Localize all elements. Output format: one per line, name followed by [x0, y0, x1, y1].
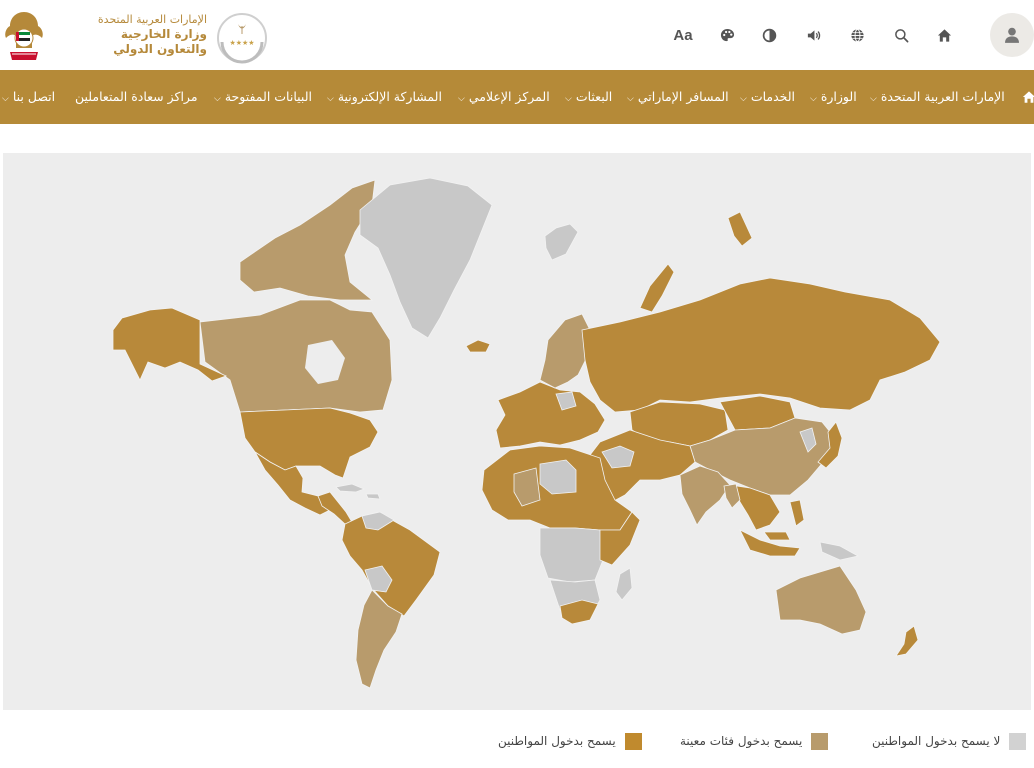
map-region-usa[interactable] [239, 407, 379, 479]
chevron-down-icon: ⌵ [458, 94, 465, 104]
globe-icon[interactable] [842, 20, 872, 50]
nav-item-label: المشاركة الإلكترونية [337, 89, 442, 104]
map-region-australia[interactable] [775, 565, 867, 635]
font-size-button[interactable]: Aa [668, 20, 698, 50]
nav-item-label: مراكز سعادة المتعاملين [75, 89, 198, 104]
ministry-name-line1: الإمارات العربية المتحدة [97, 13, 207, 26]
toolbar: Aa [668, 20, 958, 50]
nav-item-label: المسافر الإماراتي [637, 89, 729, 104]
ministry-name: الإمارات العربية المتحدة وزارة الخارجية … [52, 12, 207, 57]
nav-item-label: الوزارة [820, 89, 857, 104]
legend-swatch-allowed [624, 732, 642, 750]
nav-item-emirati-traveller[interactable]: المسافر الإماراتي⌵ [627, 70, 729, 124]
nav-item-uae[interactable]: الإمارات العربية المتحدة⌵ [870, 70, 1005, 124]
map-region-papua[interactable] [819, 541, 860, 561]
chevron-down-icon: ⌵ [870, 94, 877, 104]
map-region-svalbard[interactable] [544, 223, 579, 261]
map-region-central-africa[interactable] [539, 527, 606, 583]
nav-item-label: الإمارات العربية المتحدة [880, 89, 1005, 104]
contrast-icon[interactable] [754, 20, 784, 50]
seal-stars: ★★★★ [229, 39, 254, 47]
speaker-icon[interactable] [798, 20, 828, 50]
map-region-caribbean[interactable] [335, 483, 381, 500]
legend-swatch-not-allowed [1009, 732, 1027, 750]
nav-item-label: الخدمات [750, 89, 796, 104]
search-icon[interactable] [886, 20, 916, 50]
map-region-canada-arctic[interactable] [239, 179, 376, 301]
ministry-logo[interactable]: الإمارات العربية المتحدة وزارة الخارجية … [0, 6, 280, 64]
nav-item-ministry[interactable]: الوزارة⌵ [810, 70, 857, 124]
map-region-europe[interactable] [495, 381, 606, 449]
ministry-name-line3: والتعاون الدولي [113, 42, 207, 56]
legend-allowed: يسمح بدخول المواطنين [498, 726, 642, 756]
nav-item-label: البعثات [575, 89, 613, 104]
nav-item-label: المركز الإعلامي [468, 89, 550, 104]
map-region-greenland[interactable] [359, 177, 493, 339]
chevron-down-icon: ⌵ [327, 94, 334, 104]
map-region-indonesia[interactable] [739, 529, 801, 557]
main-navigation: الإمارات العربية المتحدة⌵ الوزارة⌵ الخدم… [0, 70, 1034, 124]
nav-item-customer-happiness[interactable]: مراكز سعادة المتعاملين [75, 70, 198, 124]
home-icon[interactable] [929, 20, 959, 50]
map-legend: لا يسمح بدخول المواطنين يسمح بدخول فئات … [0, 726, 1034, 756]
chevron-down-icon: ⌵ [565, 94, 572, 104]
chevron-down-icon: ⌵ [627, 94, 634, 104]
map-region-iceland[interactable] [465, 339, 491, 353]
world-map-svg [112, 177, 941, 689]
nav-item-label: اتصل بنا [12, 89, 56, 104]
nav-home-icon[interactable] [1022, 89, 1034, 105]
nav-item-label: البيانات المفتوحة [224, 89, 312, 104]
map-region-south-america-north[interactable] [341, 511, 441, 617]
legend-label: لا يسمح بدخول المواطنين [872, 734, 1001, 748]
map-region-russia[interactable] [581, 277, 941, 413]
star-rating-seal-icon: ★★★★ [217, 13, 267, 64]
nav-item-contact-us[interactable]: اتصل بنا⌵ [2, 70, 55, 124]
top-bar: الإمارات العربية المتحدة وزارة الخارجية … [0, 0, 1034, 70]
nav-item-open-data[interactable]: البيانات المفتوحة⌵ [214, 70, 312, 124]
map-region-madagascar[interactable] [615, 567, 633, 601]
legend-swatch-restricted [811, 732, 829, 750]
nav-item-e-participation[interactable]: المشاركة الإلكترونية⌵ [327, 70, 442, 124]
nav-item-media-center[interactable]: المركز الإعلامي⌵ [458, 70, 550, 124]
nav-item-missions[interactable]: البعثات⌵ [565, 70, 612, 124]
nav-item-services[interactable]: الخدمات⌵ [740, 70, 795, 124]
palette-icon[interactable] [712, 20, 742, 50]
ministry-name-line2: وزارة الخارجية [120, 27, 207, 41]
map-region-libya[interactable] [539, 459, 577, 495]
chevron-down-icon: ⌵ [2, 94, 9, 104]
world-visa-map [3, 153, 1031, 710]
map-region-new-zealand[interactable] [895, 625, 919, 657]
legend-label: يسمح بدخول المواطنين [498, 734, 616, 748]
uae-emblem-icon [5, 12, 43, 60]
legend-not-allowed: لا يسمح بدخول المواطنين [872, 726, 1027, 756]
map-region-philippines[interactable] [789, 499, 805, 527]
legend-label: يسمح بدخول فئات معينة [680, 734, 803, 748]
legend-restricted: يسمح بدخول فئات معينة [680, 726, 829, 756]
chevron-down-icon: ⌵ [214, 94, 221, 104]
chevron-down-icon: ⌵ [810, 94, 817, 104]
map-region-scandinavia[interactable] [539, 313, 591, 389]
map-region-canada[interactable] [199, 299, 393, 413]
user-account-button[interactable] [990, 13, 1034, 57]
user-icon [1005, 27, 1019, 43]
chevron-down-icon: ⌵ [740, 94, 747, 104]
